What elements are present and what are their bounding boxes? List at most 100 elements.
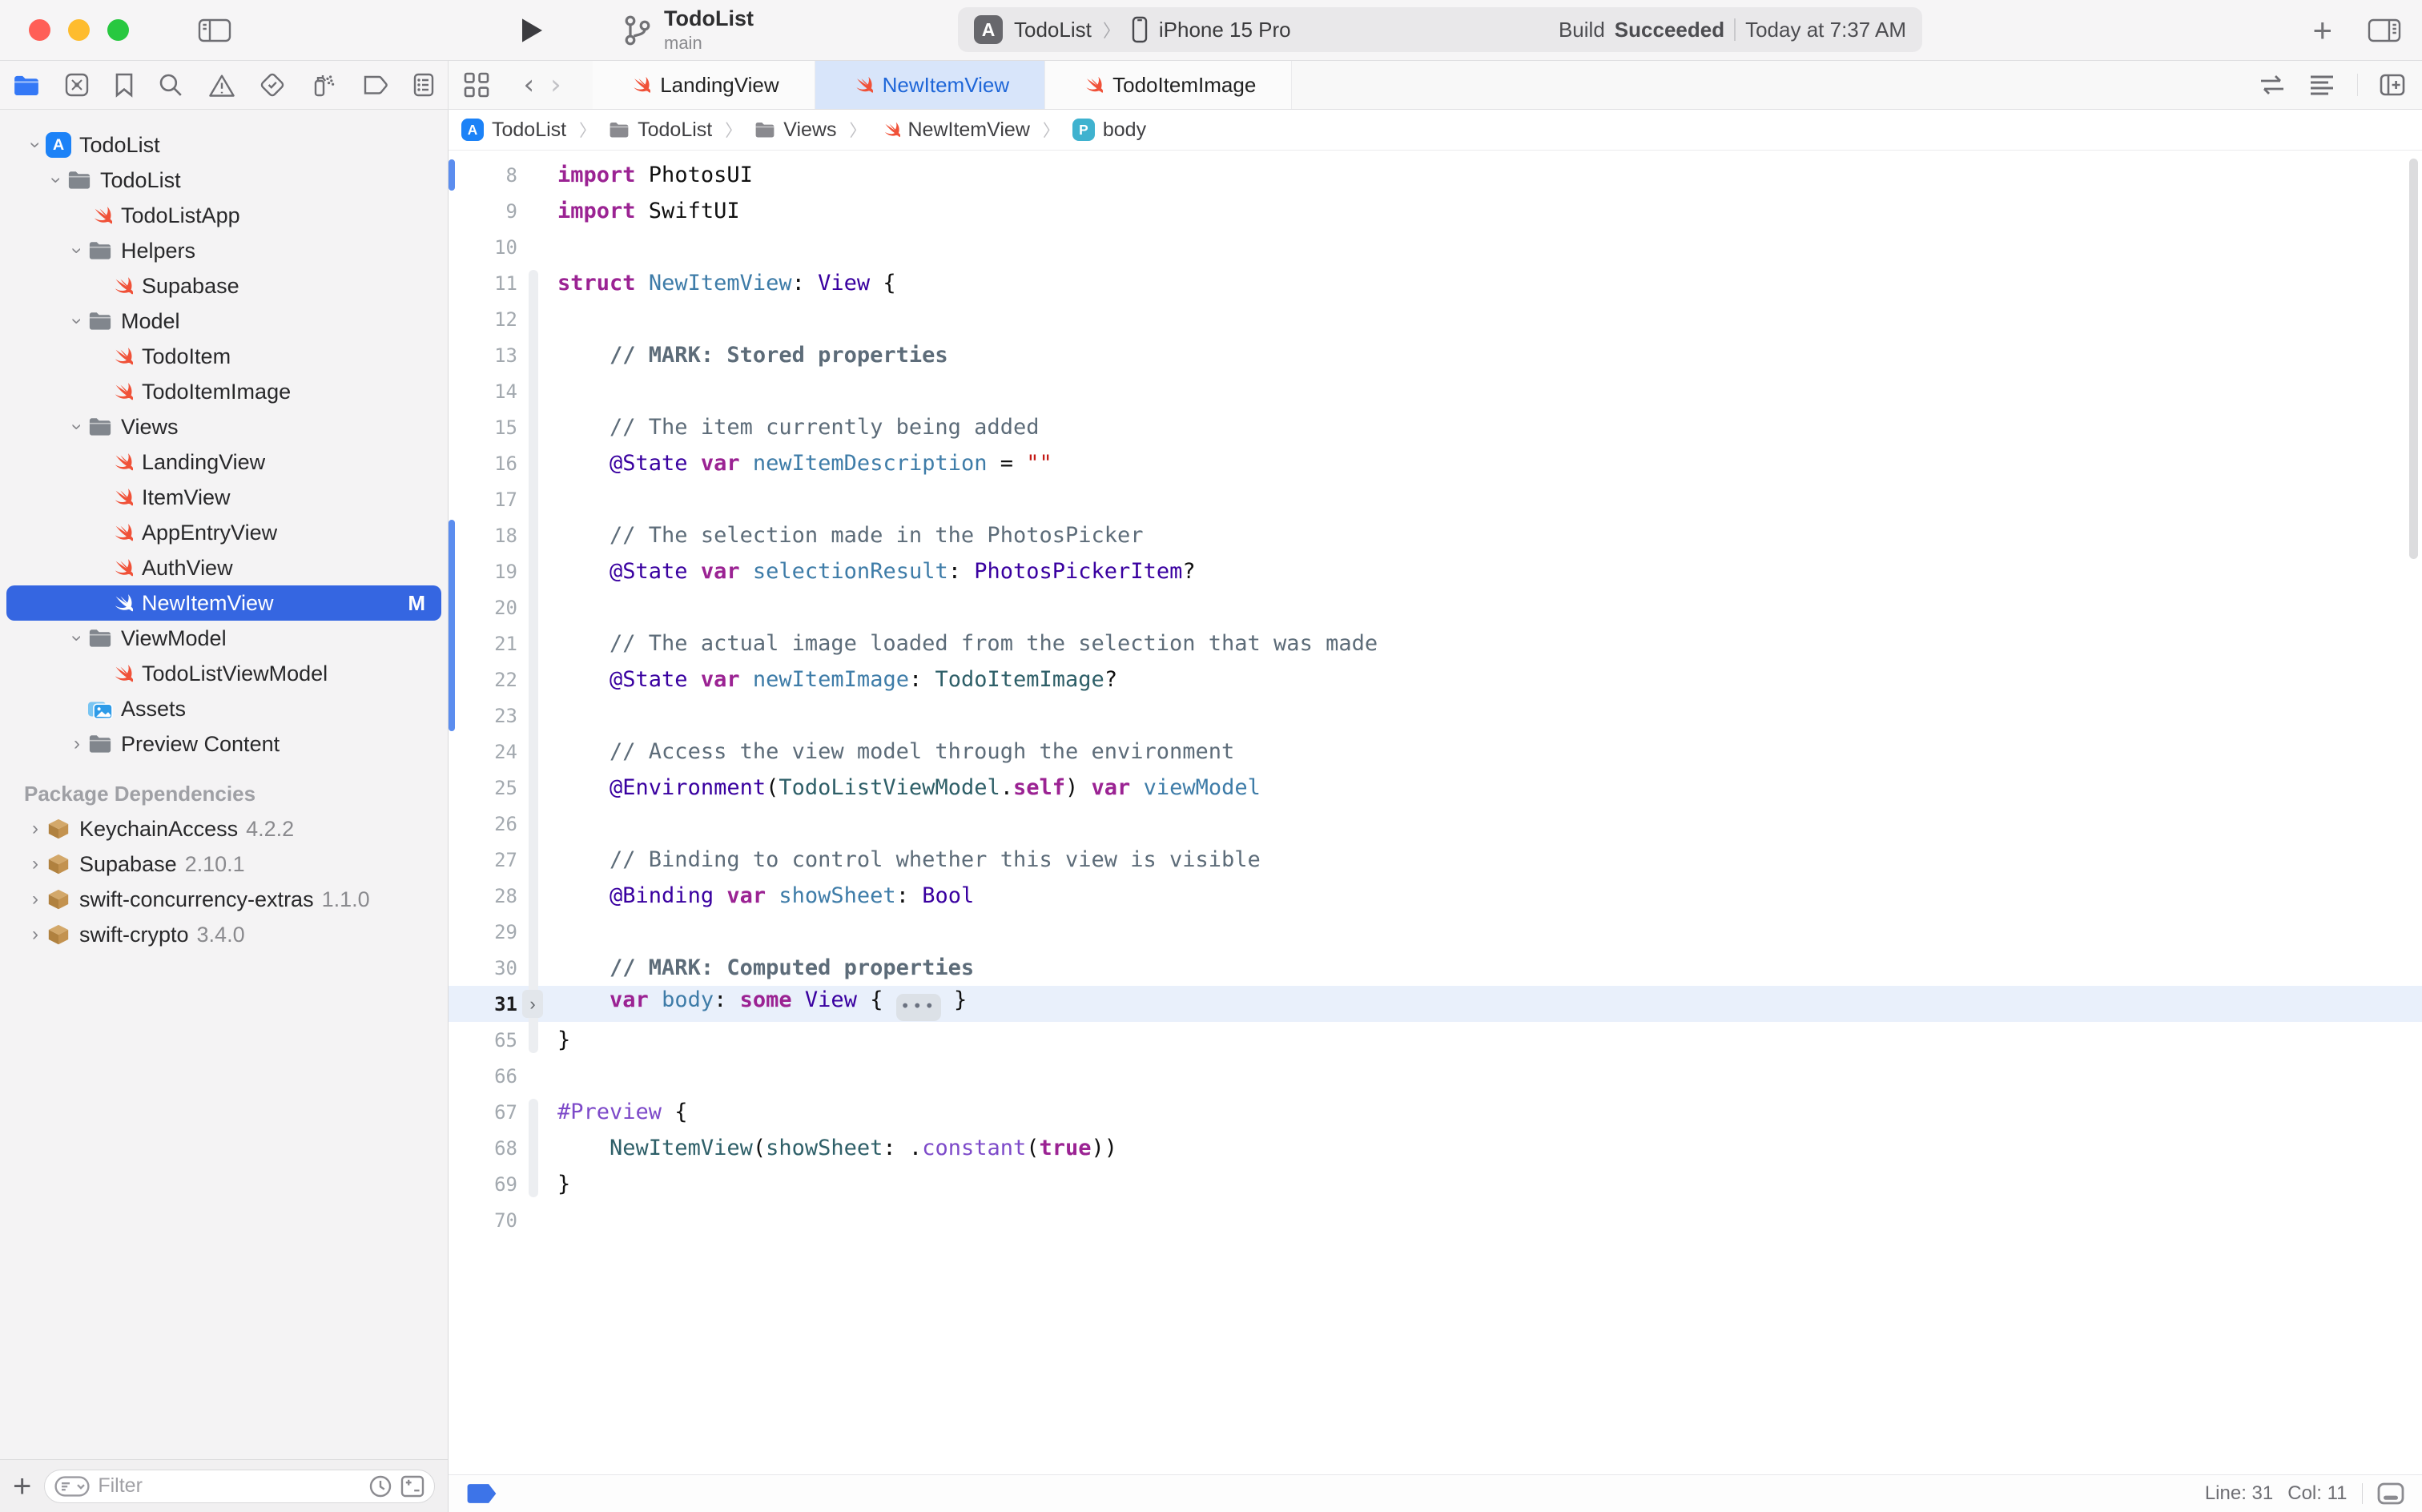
fold-ribbon[interactable]: [527, 193, 540, 229]
code-fold-pill[interactable]: •••: [896, 994, 941, 1021]
line-number[interactable]: 15: [449, 416, 524, 439]
line-number[interactable]: 22: [449, 669, 524, 691]
line-number[interactable]: 9: [449, 200, 524, 223]
code-line-26[interactable]: 26: [449, 806, 2422, 842]
code-line-18[interactable]: 18 // The selection made in the PhotosPi…: [449, 517, 2422, 553]
fold-ribbon[interactable]: [527, 1058, 540, 1094]
fold-ribbon[interactable]: ›: [527, 986, 540, 1022]
disclosure-chevron-icon[interactable]: ›: [66, 416, 88, 437]
fold-ribbon[interactable]: [527, 409, 540, 445]
line-number[interactable]: 66: [449, 1065, 524, 1088]
line-number[interactable]: 11: [449, 272, 524, 295]
line-number[interactable]: 24: [449, 741, 524, 763]
code-line-16[interactable]: 16 @State var newItemDescription = "": [449, 445, 2422, 481]
fold-ribbon[interactable]: [527, 914, 540, 950]
code-line-21[interactable]: 21 // The actual image loaded from the s…: [449, 625, 2422, 662]
fold-ribbon[interactable]: [527, 950, 540, 986]
code-line-23[interactable]: 23: [449, 698, 2422, 734]
line-number[interactable]: 20: [449, 597, 524, 619]
line-number[interactable]: 21: [449, 633, 524, 655]
code-line-20[interactable]: 20: [449, 589, 2422, 625]
tab-overview-icon[interactable]: [463, 71, 490, 99]
scheme-name[interactable]: TodoList: [1014, 18, 1092, 42]
navigator-debug[interactable]: [309, 72, 336, 98]
fold-ribbon[interactable]: [527, 229, 540, 265]
navigator-find[interactable]: [158, 72, 183, 98]
tree-row-AppEntryView[interactable]: AppEntryView: [0, 515, 448, 550]
disclosure-chevron-icon[interactable]: ›: [25, 853, 46, 875]
tree-row-TodoListViewModel[interactable]: TodoListViewModel: [0, 656, 448, 691]
code-line-70[interactable]: 70: [449, 1202, 2422, 1238]
disclosure-chevron-icon[interactable]: ›: [25, 923, 46, 946]
line-number[interactable]: 27: [449, 849, 524, 871]
source-control-filter-icon[interactable]: [400, 1475, 424, 1498]
disclosure-chevron-icon[interactable]: ›: [25, 818, 46, 840]
tree-row-Model[interactable]: ›Model: [0, 304, 448, 339]
navigator-bookmarks[interactable]: [115, 72, 134, 98]
filter-field[interactable]: Filter: [44, 1470, 435, 1503]
fold-ribbon[interactable]: [527, 1094, 540, 1130]
tree-row-TodoList[interactable]: ›TodoList: [0, 163, 448, 198]
code-line-30[interactable]: 30 // MARK: Computed properties: [449, 950, 2422, 986]
navigator-breakpoints[interactable]: [361, 74, 388, 96]
navigator-reports[interactable]: [412, 72, 435, 98]
tree-row-Preview-Content[interactable]: ›Preview Content: [0, 726, 448, 762]
disclosure-chevron-icon[interactable]: ›: [25, 888, 46, 911]
disclosure-chevron-icon[interactable]: ›: [45, 170, 67, 191]
editor-tab-LandingView[interactable]: LandingView: [593, 61, 815, 109]
run-button[interactable]: [520, 17, 544, 44]
close-button[interactable]: [29, 19, 50, 41]
fold-ribbon[interactable]: [527, 373, 540, 409]
fold-ribbon[interactable]: [527, 878, 540, 914]
code-line-9[interactable]: 9 import SwiftUI: [449, 193, 2422, 229]
line-number[interactable]: 25: [449, 777, 524, 799]
navigator-source-control[interactable]: [64, 72, 90, 98]
tree-row-ViewModel[interactable]: ›ViewModel: [0, 621, 448, 656]
fold-ribbon[interactable]: [527, 770, 540, 806]
breakpoint-indicator-icon[interactable]: [466, 1483, 498, 1504]
filter-menu-icon[interactable]: [54, 1476, 90, 1497]
code-line-69[interactable]: 69 }: [449, 1166, 2422, 1202]
code-line-14[interactable]: 14: [449, 373, 2422, 409]
tree-row-ItemView[interactable]: ItemView: [0, 480, 448, 515]
jump-bar-item[interactable]: Views: [754, 119, 836, 142]
tree-row-Assets[interactable]: Assets: [0, 691, 448, 726]
code-line-24[interactable]: 24 // Access the view model through the …: [449, 734, 2422, 770]
line-number[interactable]: 30: [449, 957, 524, 979]
disclosure-chevron-icon[interactable]: ›: [66, 240, 88, 261]
line-number[interactable]: 26: [449, 813, 524, 835]
fold-ribbon[interactable]: [527, 1022, 540, 1058]
tree-row-TodoItemImage[interactable]: TodoItemImage: [0, 374, 448, 409]
fold-ribbon[interactable]: [527, 301, 540, 337]
package-row-swift-crypto[interactable]: › swift-crypto 3.4.0: [0, 917, 448, 952]
tree-row-TodoListApp[interactable]: TodoListApp: [0, 198, 448, 233]
code-line-17[interactable]: 17: [449, 481, 2422, 517]
fold-ribbon[interactable]: [527, 337, 540, 373]
fold-ribbon[interactable]: [527, 157, 540, 193]
code-line-68[interactable]: 68 NewItemView(showSheet: .constant(true…: [449, 1130, 2422, 1166]
zoom-button[interactable]: [107, 19, 129, 41]
add-file-button[interactable]: +: [13, 1474, 31, 1499]
line-number[interactable]: 65: [449, 1029, 524, 1052]
fold-ribbon[interactable]: [527, 625, 540, 662]
fold-ribbon[interactable]: [527, 1130, 540, 1166]
fold-ribbon[interactable]: [527, 481, 540, 517]
fold-ribbon[interactable]: [527, 589, 540, 625]
minimize-button[interactable]: [68, 19, 90, 41]
fold-ribbon[interactable]: [527, 445, 540, 481]
filter-input[interactable]: Filter: [98, 1474, 360, 1498]
tree-row-TodoItem[interactable]: TodoItem: [0, 339, 448, 374]
forward-button[interactable]: ›: [550, 69, 561, 101]
navigator-tests[interactable]: [260, 72, 285, 98]
code-line-25[interactable]: 25 @Environment(TodoListViewModel.self) …: [449, 770, 2422, 806]
cursor-line-indicator[interactable]: Line: 31: [2205, 1482, 2273, 1505]
jump-bar-item[interactable]: NewItemView: [879, 119, 1030, 142]
line-number[interactable]: 18: [449, 525, 524, 547]
code-line-13[interactable]: 13 // MARK: Stored properties: [449, 337, 2422, 373]
code-line-27[interactable]: 27 // Binding to control whether this vi…: [449, 842, 2422, 878]
line-number[interactable]: 68: [449, 1137, 524, 1160]
code-line-8[interactable]: 8 import PhotosUI: [449, 157, 2422, 193]
toggle-left-sidebar-button[interactable]: [198, 18, 231, 43]
fold-ribbon[interactable]: [527, 1166, 540, 1202]
code-line-28[interactable]: 28 @Binding var showSheet: Bool: [449, 878, 2422, 914]
